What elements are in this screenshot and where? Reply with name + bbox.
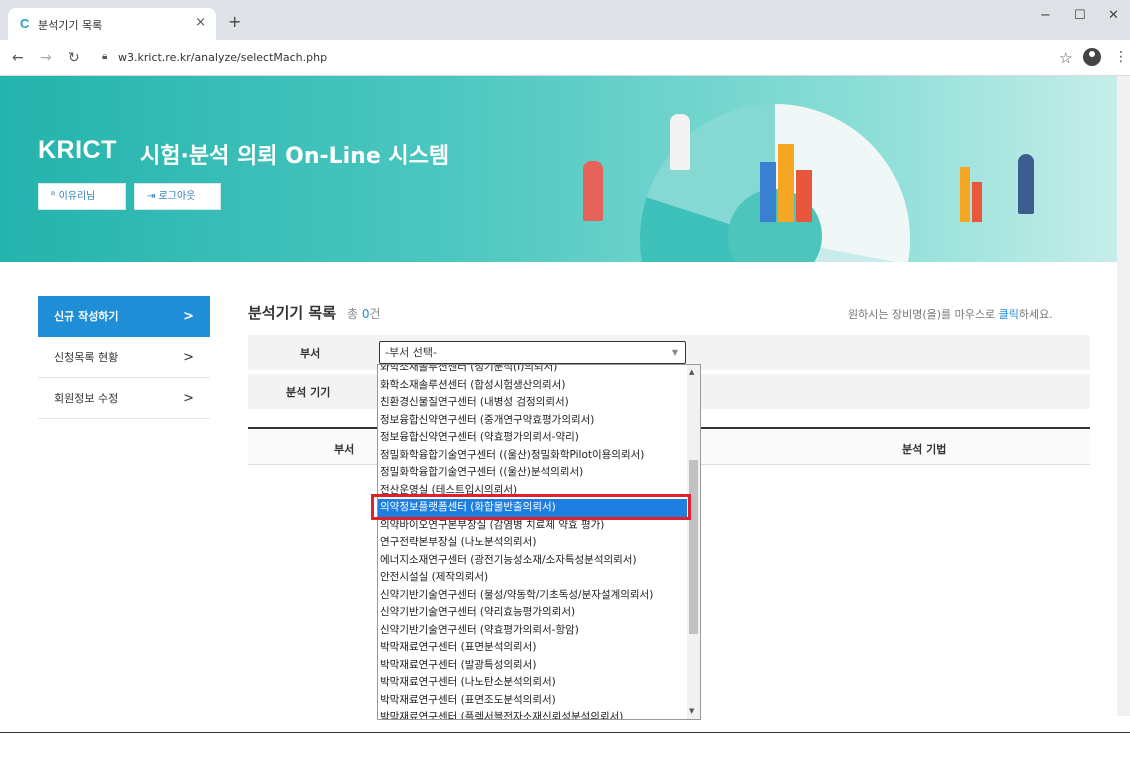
dropdown-scrollbar[interactable]: ▲ ▼ xyxy=(687,365,700,719)
sidebar-item-request-list[interactable]: 신청목록 현황 > xyxy=(38,337,210,378)
page-title: 분석기기 목록 xyxy=(248,304,337,322)
dropdown-option[interactable]: 박막재료연구센터 (표면조도분석의뢰서) xyxy=(378,692,688,710)
tab-title: 분석기기 목록 xyxy=(38,19,103,32)
hint-text-end: 하세요. xyxy=(1018,308,1053,321)
system-title: 시험·분석 의뢰 On-Line 시스템 xyxy=(140,144,450,169)
krict-favicon-icon: C xyxy=(20,16,30,31)
sidebar-item-label: 신규 작성하기 xyxy=(54,310,119,323)
dropdown-option[interactable]: 안전시설실 (제작의뢰서) xyxy=(378,569,688,587)
dropdown-scroll-thumb[interactable] xyxy=(689,460,698,634)
dropdown-option[interactable]: 친환경신물질연구센터 (내병성 검정의뢰서) xyxy=(378,394,688,412)
illustration-bar xyxy=(778,144,794,222)
department-select[interactable]: -부서 선택- ▼ xyxy=(379,341,686,364)
logout-button-label: 로그아웃 xyxy=(158,191,196,202)
dropdown-option[interactable]: 화학소재솔루션센터 (합성시험생산의뢰서) xyxy=(378,377,688,395)
dropdown-option[interactable]: 박막재료연구센터 (발광특성의뢰서) xyxy=(378,657,688,675)
dropdown-option[interactable]: 박막재료연구센터 (플렉서블전자소재신뢰성분석의뢰서) xyxy=(378,709,688,719)
column-header-method: 분석 기법 xyxy=(902,443,947,456)
illustration-bar xyxy=(760,162,776,222)
header-banner: KRICT 시험·분석 의뢰 On-Line 시스템 ᴿ 이유리님 ⇥ 로그아웃 xyxy=(0,76,1130,262)
illustration-person xyxy=(583,161,603,221)
sidebar-item-new[interactable]: 신규 작성하기 > xyxy=(38,296,210,337)
hint-click: 클릭 xyxy=(998,308,1019,321)
illustration-bar xyxy=(796,170,812,222)
sidebar: 신규 작성하기 > 신청목록 현황 > 회원정보 수정 > xyxy=(38,296,210,419)
profile-icon[interactable] xyxy=(1083,48,1101,66)
equipment-label: 분석 기기 xyxy=(286,386,331,399)
sidebar-item-label: 회원정보 수정 xyxy=(54,392,119,405)
page-scrollbar[interactable] xyxy=(1117,76,1130,716)
chevron-right-icon: > xyxy=(183,391,194,406)
dropdown-option[interactable]: 정밀화학융합기술연구센터 ((울산)정밀화학Pilot이용의뢰서) xyxy=(378,447,688,465)
illustration-person xyxy=(1018,154,1034,214)
count-suffix: 건 xyxy=(369,307,381,321)
chevron-right-icon: > xyxy=(183,309,194,324)
illustration-person xyxy=(670,114,690,170)
logout-icon: ⇥ xyxy=(147,191,156,202)
more-menu-icon[interactable]: ⋮ xyxy=(1114,49,1128,65)
dropdown-caret-icon: ▼ xyxy=(671,348,678,357)
new-tab-button[interactable]: + xyxy=(228,12,241,31)
usage-hint: 원하시는 장비명(을)를 마우스로 클릭하세요. xyxy=(848,306,1053,322)
scroll-up-icon[interactable]: ▲ xyxy=(689,368,694,376)
tab-close-icon[interactable]: × xyxy=(195,15,206,30)
sidebar-item-member-info[interactable]: 회원정보 수정 > xyxy=(38,378,210,419)
user-icon: ᴿ xyxy=(51,191,56,202)
dropdown-option[interactable]: 연구전략본부장실 (나노분석의뢰서) xyxy=(378,534,688,552)
dropdown-option[interactable]: 신약기반기술연구센터 (약리효능평가의뢰서) xyxy=(378,604,688,622)
column-header-department: 부서 xyxy=(334,443,355,456)
dropdown-option[interactable]: 신약기반기술연구센터 (물성/약동학/기초독성/분자설계의뢰서) xyxy=(378,587,688,605)
department-dropdown-list[interactable]: 화학소재솔루션센터 (정기분석(I)의뢰서) 화학소재솔루션센터 (합성시험생산의… xyxy=(377,364,701,720)
krict-logo: KRICT xyxy=(38,136,117,164)
forward-icon[interactable]: → xyxy=(40,50,52,66)
sidebar-item-label: 신청목록 현황 xyxy=(54,351,119,364)
illustration-bar xyxy=(972,182,982,222)
scroll-down-icon[interactable]: ▼ xyxy=(689,707,694,715)
url-field[interactable]: w3.krict.re.kr/analyze/selectMach.php xyxy=(118,51,327,64)
close-window-icon[interactable]: ✕ xyxy=(1108,8,1119,23)
minimize-icon[interactable]: − xyxy=(1040,8,1051,23)
dropdown-option[interactable]: 화학소재솔루션센터 (정기분석(I)의뢰서) xyxy=(378,365,688,377)
total-count: 총 0건 xyxy=(347,305,381,322)
dropdown-options: 화학소재솔루션센터 (정기분석(I)의뢰서) 화학소재솔루션센터 (합성시험생산의… xyxy=(378,365,688,719)
dropdown-option[interactable]: 정밀화학융합기술연구센터 ((울산)분석의뢰서) xyxy=(378,464,688,482)
logout-button[interactable]: ⇥ 로그아웃 xyxy=(134,183,221,210)
dropdown-option[interactable]: 정보융합신약연구센터 (약효평가의뢰서-약리) xyxy=(378,429,688,447)
user-button-label: 이유리님 xyxy=(58,191,96,202)
dropdown-option[interactable]: 박막재료연구센터 (나노탄소분석의뢰서) xyxy=(378,674,688,692)
divider xyxy=(0,732,1130,733)
dropdown-option[interactable]: 박막재료연구센터 (표면분석의뢰서) xyxy=(378,639,688,657)
count-prefix: 총 xyxy=(347,307,359,321)
browser-tab[interactable]: C 분석기기 목록 × xyxy=(8,8,216,40)
department-select-value: -부서 선택- xyxy=(385,346,437,359)
illustration-bar xyxy=(960,167,970,222)
hint-text: 원하시는 장비명(을)를 마우스로 xyxy=(848,308,996,321)
lock-icon: 🔒︎ xyxy=(102,51,108,62)
count-number: 0 xyxy=(361,307,370,321)
address-bar: ← → ↻ 🔒︎ w3.krict.re.kr/analyze/selectMa… xyxy=(0,40,1130,76)
bookmark-star-icon[interactable]: ☆ xyxy=(1059,49,1072,67)
browser-tab-bar: C 분석기기 목록 × + − ☐ ✕ xyxy=(0,0,1130,40)
dropdown-option[interactable]: 에너지소재연구센터 (광전기능성소재/소자특성분석의뢰서) xyxy=(378,552,688,570)
maximize-icon[interactable]: ☐ xyxy=(1074,8,1086,23)
user-button[interactable]: ᴿ 이유리님 xyxy=(38,183,126,210)
reload-icon[interactable]: ↻ xyxy=(68,50,80,66)
dropdown-option[interactable]: 신약기반기술연구센터 (약효평가의뢰서-항암) xyxy=(378,622,688,640)
department-label: 부서 xyxy=(300,347,321,360)
back-icon[interactable]: ← xyxy=(12,50,24,66)
dropdown-option[interactable]: 정보융합신약연구센터 (중개연구약효평가의뢰서) xyxy=(378,412,688,430)
selection-highlight-box xyxy=(371,494,691,520)
chevron-right-icon: > xyxy=(183,350,194,365)
